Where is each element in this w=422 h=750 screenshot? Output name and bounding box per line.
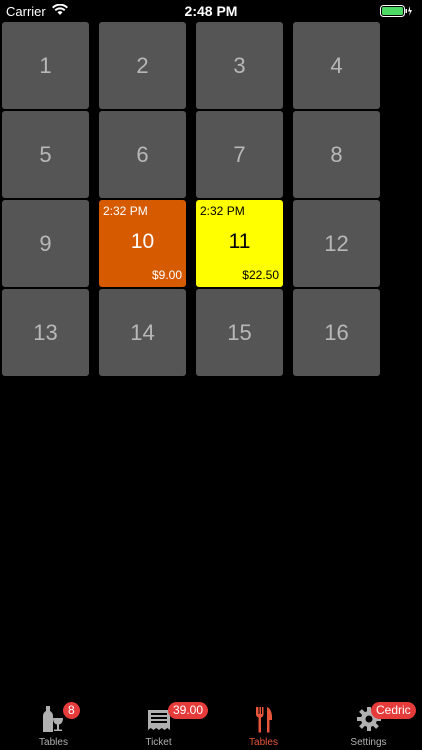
table-tile-3[interactable]: 3: [196, 22, 283, 109]
ticket-total-badge: 39.00: [168, 702, 209, 719]
fork-knife-icon: [255, 707, 272, 733]
table-tile-1[interactable]: 1: [2, 22, 89, 109]
order-time: 2:32 PM: [103, 204, 148, 218]
table-tile-10[interactable]: 2:32 PM 10 $9.00: [99, 200, 186, 287]
table-number: 9: [39, 231, 52, 256]
table-number: 16: [324, 320, 349, 345]
tables-badge: 8: [63, 702, 80, 719]
table-number: 7: [233, 142, 246, 167]
battery-icon: [380, 5, 412, 17]
tab-settings[interactable]: Cedric Settings: [316, 698, 421, 750]
table-number: 12: [324, 231, 349, 256]
table-tile-7[interactable]: 7: [196, 111, 283, 198]
table-grid: 1 2 3 4 5 6 7 8 9 2:32 PM 10 $9.00 2:32 …: [2, 22, 382, 376]
table-tile-14[interactable]: 14: [99, 289, 186, 376]
table-number: 11: [228, 230, 251, 253]
table-tile-5[interactable]: 5: [2, 111, 89, 198]
table-number: 15: [227, 320, 252, 345]
table-number: 8: [330, 142, 343, 167]
tab-bar: 8 Tables 39.00 Ticket Tables Cedric Sett…: [0, 698, 422, 750]
table-tile-12[interactable]: 12: [293, 200, 380, 287]
clock: 2:48 PM: [184, 3, 238, 19]
status-bar: Carrier 2:48 PM: [0, 0, 422, 22]
tab-label: Tables: [39, 737, 68, 748]
tab-tables-wine[interactable]: 8 Tables: [1, 698, 106, 750]
table-number: 14: [130, 320, 155, 345]
table-number: 2: [136, 53, 149, 78]
table-tile-8[interactable]: 8: [293, 111, 380, 198]
table-number: 13: [33, 320, 58, 345]
tab-ticket[interactable]: 39.00 Ticket: [106, 698, 211, 750]
tab-label: Ticket: [145, 737, 172, 748]
order-time: 2:32 PM: [200, 204, 245, 218]
table-number: 4: [330, 53, 343, 78]
table-tile-15[interactable]: 15: [196, 289, 283, 376]
table-tile-16[interactable]: 16: [293, 289, 380, 376]
table-number: 6: [136, 142, 149, 167]
order-amount: $22.50: [242, 268, 279, 282]
tab-label: Tables: [249, 737, 278, 748]
table-tile-11[interactable]: 2:32 PM 11 $22.50: [196, 200, 283, 287]
tab-tables-selected[interactable]: Tables: [211, 698, 316, 750]
table-number: 3: [233, 53, 246, 78]
order-amount: $9.00: [151, 268, 182, 282]
table-tile-4[interactable]: 4: [293, 22, 380, 109]
table-number: 1: [39, 53, 52, 78]
table-tile-9[interactable]: 9: [2, 200, 89, 287]
table-tile-13[interactable]: 13: [2, 289, 89, 376]
table-tile-2[interactable]: 2: [99, 22, 186, 109]
table-tile-6[interactable]: 6: [99, 111, 186, 198]
tab-label: Settings: [350, 737, 387, 748]
user-badge: Cedric: [371, 702, 416, 719]
table-number: 10: [130, 230, 155, 253]
table-number: 5: [39, 142, 52, 167]
